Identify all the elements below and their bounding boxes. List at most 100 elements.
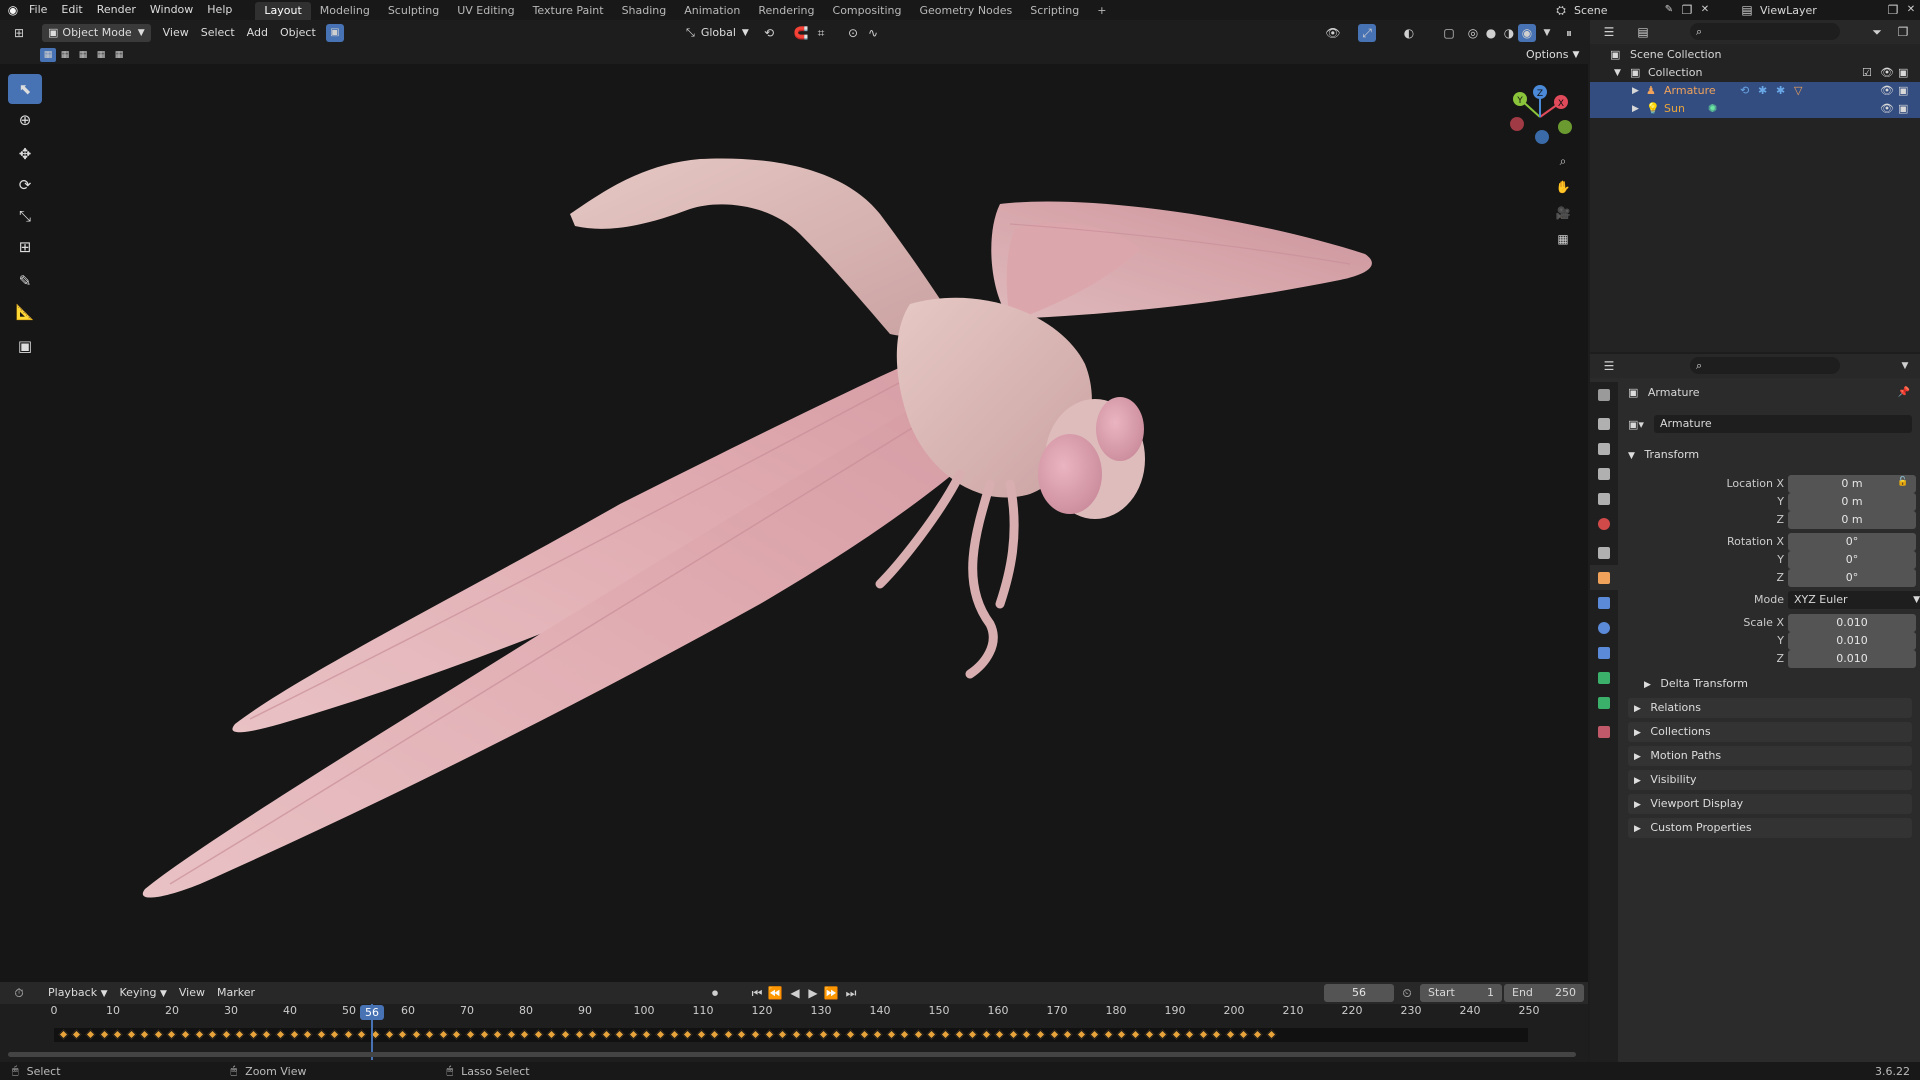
tab-tool[interactable] (1590, 382, 1618, 407)
keyframe-marker[interactable] (519, 1029, 530, 1040)
menu-add[interactable]: Add (241, 24, 274, 42)
menu-help[interactable]: Help (200, 0, 239, 20)
tab-collection[interactable] (1590, 540, 1618, 565)
measure-tool[interactable]: 📐 (8, 297, 42, 327)
menu-window[interactable]: Window (143, 0, 200, 20)
perspective-grid-icon[interactable]: ▦ (1554, 230, 1572, 248)
keyframe-marker[interactable] (1157, 1029, 1168, 1040)
collections-panel-header[interactable]: ▶ Collections (1628, 722, 1912, 742)
keyframe-marker[interactable] (804, 1029, 815, 1040)
wireframe-shading-icon[interactable]: ◎ (1464, 24, 1482, 42)
dragonfly-model[interactable] (142, 158, 1372, 898)
outliner-scene-collection[interactable]: ▣ Scene Collection (1590, 46, 1920, 64)
visibility-icon[interactable]: 👁 (1324, 24, 1342, 42)
tab-texture-paint[interactable]: Texture Paint (524, 2, 613, 20)
keyframe-marker[interactable] (506, 1029, 517, 1040)
pivot-icon[interactable]: ⟲ (760, 24, 778, 42)
outliner-item-armature[interactable]: ▶ ♟ Armature ⟲ ✱ ✱ ▽ 👁 ▣ (1590, 82, 1920, 100)
keyframe-marker[interactable] (329, 1029, 340, 1040)
keyframe-marker[interactable] (1062, 1029, 1073, 1040)
camera-icon[interactable]: ▣ (1898, 64, 1908, 82)
properties-search-input[interactable]: ⌕ (1690, 357, 1840, 374)
expand-arrow-icon[interactable]: ▶ (1632, 100, 1639, 118)
keyframe-marker[interactable] (465, 1029, 476, 1040)
select-subtract-icon[interactable]: ▦ (74, 48, 92, 62)
keyframe-marker[interactable] (791, 1029, 802, 1040)
blender-logo-icon[interactable]: ◉ (4, 1, 22, 19)
rotation-y-field[interactable]: 0° (1788, 551, 1916, 569)
object-type-icon[interactable]: ▣▾ (1628, 418, 1654, 431)
keyframe-marker[interactable] (1103, 1029, 1114, 1040)
keyframe-marker[interactable] (641, 1029, 652, 1040)
menu-select[interactable]: Select (195, 24, 241, 42)
keyframe-marker[interactable] (1184, 1029, 1195, 1040)
keyframe-marker[interactable] (546, 1029, 557, 1040)
delta-transform-header[interactable]: ▶ Delta Transform (1644, 674, 1912, 694)
keyframe-marker[interactable] (139, 1029, 150, 1040)
object-name-field[interactable]: Armature (1654, 415, 1912, 433)
overlay-toggle-icon[interactable]: ◐ (1400, 24, 1418, 42)
scale-tool[interactable]: ⤡ (8, 201, 42, 231)
keyframe-marker[interactable] (1266, 1029, 1277, 1040)
keyframe-marker[interactable] (397, 1029, 408, 1040)
keyframe-marker[interactable] (1198, 1029, 1209, 1040)
snap-target-icon[interactable]: ⌗ (812, 24, 830, 42)
outliner-collection[interactable]: ▼ ▣ Collection ☑ 👁 ▣ (1590, 64, 1920, 82)
gizmo-toggle-icon[interactable]: ⤢ (1358, 24, 1376, 42)
scale-z-field[interactable]: 0.010 (1788, 650, 1916, 668)
keyframe-marker[interactable] (248, 1029, 259, 1040)
keyframe-marker[interactable] (153, 1029, 164, 1040)
expand-arrow-icon[interactable]: ▶ (1632, 82, 1639, 100)
keyframe-marker[interactable] (981, 1029, 992, 1040)
keyframe-marker[interactable] (1076, 1029, 1087, 1040)
keyframe-marker[interactable] (1225, 1029, 1236, 1040)
shading-options-icon[interactable]: ▼ (1538, 24, 1556, 42)
motion-paths-panel-header[interactable]: ▶ Motion Paths (1628, 746, 1912, 766)
tab-uv-editing[interactable]: UV Editing (448, 2, 523, 20)
keyframe-marker[interactable] (1211, 1029, 1222, 1040)
keyframe-marker[interactable] (126, 1029, 137, 1040)
lock-icon[interactable]: 🔓 (1897, 477, 1908, 487)
properties-editor-icon[interactable]: ☰ (1600, 357, 1618, 375)
add-cube-tool[interactable]: ▣ (8, 331, 42, 361)
select-extend-icon[interactable]: ▦ (56, 48, 74, 62)
rotate-tool[interactable]: ⟳ (8, 170, 42, 200)
keyframe-marker[interactable] (628, 1029, 639, 1040)
keyframe-marker[interactable] (99, 1029, 110, 1040)
pause-icon[interactable]: ⏸ (1560, 24, 1578, 42)
keyframe-marker[interactable] (289, 1029, 300, 1040)
select-intersect-icon[interactable]: ▦ (92, 48, 110, 62)
camera-icon[interactable]: ▣ (1898, 100, 1908, 118)
editor-type-icon[interactable]: ⊞ (10, 24, 28, 42)
keyframe-marker[interactable] (940, 1029, 951, 1040)
keyframe-marker[interactable] (1252, 1029, 1263, 1040)
keyframe-marker[interactable] (926, 1029, 937, 1040)
3d-viewport[interactable]: X Y Z ⌕ ✋ 🎥 ▦ (0, 64, 1588, 982)
menu-render[interactable]: Render (90, 0, 143, 20)
keyframe-marker[interactable] (180, 1029, 191, 1040)
select-new-icon[interactable]: ▦ (40, 48, 56, 62)
keyframe-marker[interactable] (899, 1029, 910, 1040)
gizmo-neg-z[interactable] (1535, 130, 1549, 144)
keyframe-marker[interactable] (696, 1029, 707, 1040)
keyframe-marker[interactable] (1130, 1029, 1141, 1040)
keyframe-marker[interactable] (424, 1029, 435, 1040)
keyframe-marker[interactable] (723, 1029, 734, 1040)
tab-output[interactable] (1590, 436, 1618, 461)
keyframe-marker[interactable] (574, 1029, 584, 1040)
tab-view-layer[interactable] (1590, 461, 1618, 486)
tab-scripting[interactable]: Scripting (1021, 2, 1088, 20)
select-invert-icon[interactable]: ▦ (110, 48, 128, 62)
view-layer-selector[interactable]: ▤ ViewLayer ❐ ✕ (1738, 0, 1920, 20)
pan-hand-icon[interactable]: ✋ (1554, 178, 1572, 196)
tab-scene[interactable] (1590, 486, 1618, 511)
chevron-down-icon[interactable]: ▼ (1896, 357, 1914, 375)
keyframe-marker[interactable] (343, 1029, 354, 1040)
menu-edit[interactable]: Edit (54, 0, 89, 20)
camera-icon[interactable]: ▣ (1898, 82, 1908, 100)
keyframe-marker[interactable] (831, 1029, 842, 1040)
keyframe-marker[interactable] (913, 1029, 924, 1040)
keyframe-marker[interactable] (736, 1029, 747, 1040)
mode-dropdown[interactable]: ▣ Object Mode ▼ (42, 24, 151, 42)
menu-file[interactable]: File (22, 0, 54, 20)
